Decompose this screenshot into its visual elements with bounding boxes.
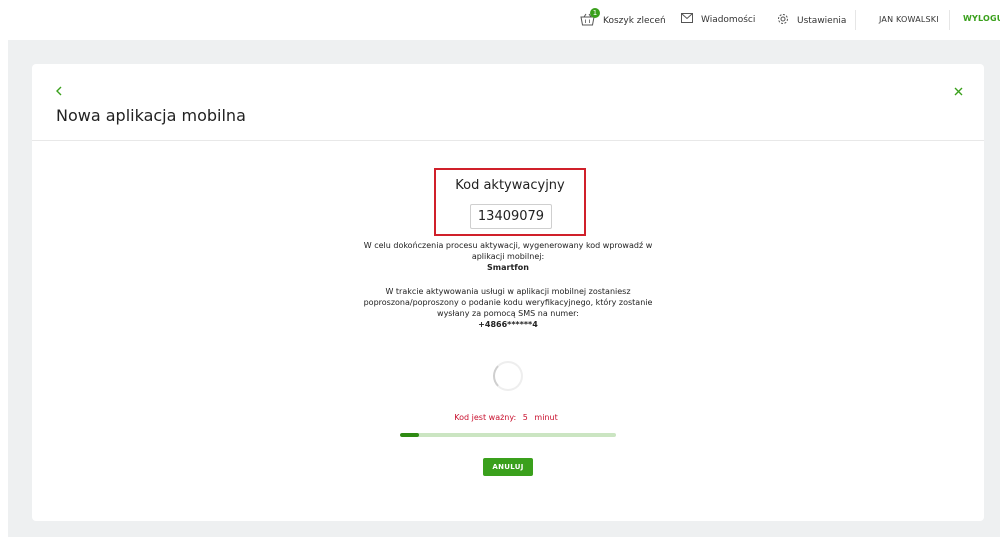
sms-info-line: poproszona/poproszony o podanie kodu wer…	[363, 298, 653, 307]
messages-link[interactable]: Wiadomości	[681, 13, 755, 26]
validity-progress-bar	[400, 433, 616, 437]
messages-label: Wiadomości	[701, 14, 756, 25]
top-navigation-bar: 1 Koszyk zleceń Wiadomości Ustawienia JA…	[0, 0, 1000, 40]
validity-unit: minut	[534, 413, 558, 422]
validity-label: Kod jest ważny:	[454, 413, 517, 422]
user-name: JAN KOWALSKI	[879, 15, 939, 24]
gear-icon	[777, 13, 789, 28]
phone-number: +4866******4	[478, 320, 538, 329]
basket-count-badge: 1	[590, 8, 600, 18]
code-validity-text: Kod jest ważny: 5 minut	[32, 413, 984, 422]
main-card: Nowa aplikacja mobilna Kod aktywacyjny 1…	[32, 64, 984, 521]
activation-code-value: 13409079	[470, 204, 552, 229]
chevron-left-icon[interactable]	[55, 81, 63, 100]
basket-label: Koszyk zleceń	[603, 16, 666, 26]
device-name: Smartfon	[487, 263, 529, 272]
instruction-line: aplikacji mobilnej:	[471, 252, 545, 261]
validity-progress-fill	[400, 433, 420, 437]
settings-link[interactable]: Ustawienia	[777, 13, 846, 28]
sms-info-text: W trakcie aktywowania usługi w aplikacji…	[308, 286, 708, 330]
loading-spinner	[493, 361, 523, 391]
settings-label: Ustawienia	[797, 15, 847, 26]
cancel-button[interactable]: ANULUJ	[483, 458, 533, 476]
validity-value: 5	[522, 413, 528, 422]
activation-code-box: Kod aktywacyjny 13409079	[434, 168, 586, 236]
activation-code-title: Kod aktywacyjny	[455, 178, 565, 193]
basket-link[interactable]: 1 Koszyk zleceń	[580, 8, 666, 29]
page-title: Nowa aplikacja mobilna	[56, 106, 246, 125]
divider	[855, 10, 856, 30]
instruction-text: W celu dokończenia procesu aktywacji, wy…	[308, 240, 708, 273]
sms-info-line: wysłany za pomocą SMS na numer:	[437, 309, 579, 318]
sms-info-line: W trakcie aktywowania usługi w aplikacji…	[385, 287, 631, 296]
logout-button[interactable]: WYLOGUJ	[963, 14, 1000, 23]
header-divider	[32, 140, 984, 141]
divider	[949, 10, 950, 30]
instruction-line: W celu dokończenia procesu aktywacji, wy…	[363, 241, 653, 250]
basket-icon: 1	[580, 8, 600, 29]
envelope-icon	[681, 13, 693, 26]
close-icon[interactable]	[954, 81, 963, 100]
